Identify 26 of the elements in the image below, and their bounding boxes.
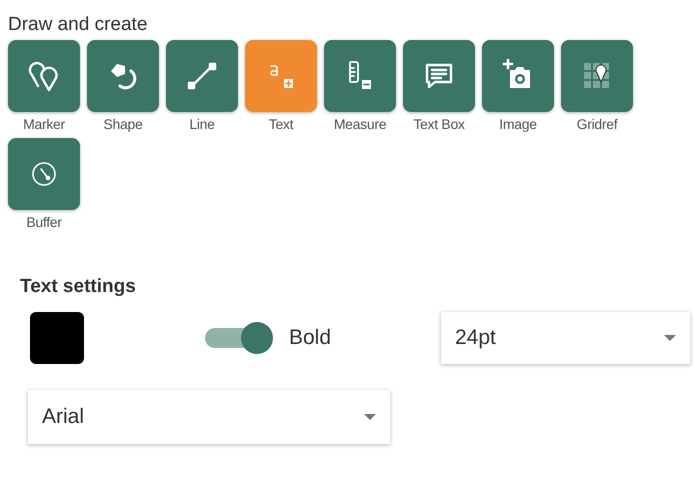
tool-label: Text xyxy=(268,116,294,132)
tool-label: Marker xyxy=(23,116,65,132)
tool-button[interactable] xyxy=(8,40,80,112)
tool-label: Text Box xyxy=(413,116,465,132)
tool-label: Image xyxy=(499,116,537,132)
color-swatch[interactable] xyxy=(30,312,84,364)
tool-label: Line xyxy=(189,116,215,132)
caret-icon xyxy=(664,335,676,341)
tool-label: Gridref xyxy=(576,116,618,132)
tool-button[interactable] xyxy=(324,40,396,112)
tool-button[interactable] xyxy=(561,40,633,112)
toggle-label: Bold xyxy=(289,326,332,350)
caret-icon xyxy=(364,414,376,420)
size-select[interactable]: 24pt xyxy=(441,312,690,364)
tool-button[interactable] xyxy=(166,40,238,112)
tool-button[interactable] xyxy=(87,40,159,112)
tool-button[interactable] xyxy=(403,40,475,112)
font-select[interactable]: Arial xyxy=(28,390,390,444)
bold-toggle[interactable] xyxy=(205,322,273,354)
tool-label: Measure xyxy=(334,116,386,132)
tool-button[interactable] xyxy=(8,138,80,210)
section-heading: Text settings xyxy=(20,276,137,298)
tool-button[interactable] xyxy=(482,40,554,112)
tool-label: Buffer xyxy=(26,214,62,230)
tool-label: Shape xyxy=(104,116,142,132)
section-title: Draw and create xyxy=(8,13,148,37)
